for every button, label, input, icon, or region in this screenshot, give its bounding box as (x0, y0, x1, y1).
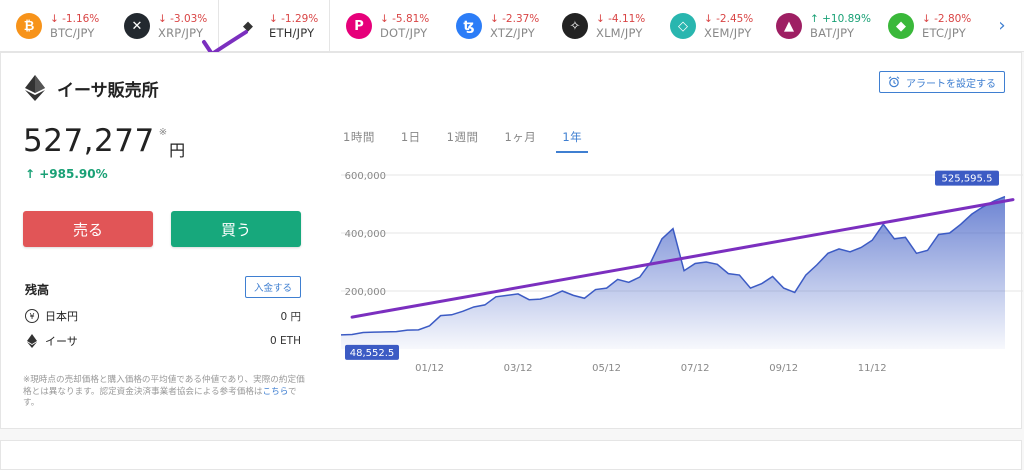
lower-panel (0, 440, 1022, 470)
tab-period[interactable]: 1週間 (441, 125, 485, 153)
ticker-6[interactable]: ◇ ↓ -2.45% XEM/JPY (654, 0, 760, 52)
ticker-text: ↓ -1.29% ETH/JPY (269, 12, 318, 40)
ticker-0[interactable]: ₿ ↓ -1.16% BTC/JPY (0, 0, 108, 52)
ticker-3[interactable]: P ↓ -5.81% DOT/JPY (330, 0, 440, 52)
x-tick-label: 01/12 (415, 363, 444, 374)
y-tick-label: 400,000 (345, 229, 386, 240)
ticker-text: ↓ -5.81% DOT/JPY (380, 12, 429, 40)
ticker-change: ↓ -2.45% (704, 13, 754, 25)
balance-title: 残高 (25, 283, 50, 297)
chevron-right-icon[interactable]: › (992, 13, 1012, 37)
price-unit: 円 (169, 141, 186, 160)
set-alert-label: アラートを設定する (906, 78, 996, 90)
ticker-change: ↓ -1.16% (50, 13, 100, 25)
coin-icon: ✧ (562, 13, 588, 39)
balance-row-jpy: ¥ 日本円 0 円 (25, 304, 301, 328)
buy-button[interactable]: 買う (171, 211, 301, 247)
max-price-label: 525,595.5 (942, 174, 993, 185)
set-alert-button[interactable]: アラートを設定する (879, 71, 1005, 93)
ticker-bar: ₿ ↓ -1.16% BTC/JPY ✕ ↓ -3.03% XRP/JPY ◆ ↓ -1.29… (0, 0, 1024, 56)
page-title: イーサ販売所 (57, 80, 159, 101)
ethereum-icon (25, 75, 45, 101)
coin-icon: ◆ (888, 13, 914, 39)
ticker-pair: XTZ/JPY (490, 26, 535, 40)
ticker-text: ↓ -4.11% XLM/JPY (596, 12, 645, 40)
balance-label: 日本円 (45, 310, 78, 323)
ticker-7[interactable]: ▲ ↑ +10.89% BAT/JPY (760, 0, 872, 52)
coin-icon: ₿ (16, 13, 42, 39)
price-chart: 600,000 400,000 200,000 01/12 03/12 05/12 07/1… (340, 170, 1023, 374)
ticker-text: ↓ -2.37% XTZ/JPY (490, 12, 539, 40)
min-price-label: 48,552.5 (350, 348, 395, 359)
ticker-change: ↓ -1.29% (269, 13, 319, 25)
tab-period[interactable]: 1ヶ月 (498, 125, 542, 153)
balance-value: 0 円 (280, 310, 301, 323)
ticker-pair: DOT/JPY (380, 26, 428, 40)
tab-period[interactable]: 1日 (395, 125, 427, 153)
ticker-text: ↓ -2.45% XEM/JPY (704, 12, 753, 40)
ethereum-icon (27, 334, 37, 348)
ticker-pair: XEM/JPY (704, 26, 752, 40)
ticker-pair: ETH/JPY (269, 26, 315, 40)
ticker-pair: XLM/JPY (596, 26, 643, 40)
y-tick-label: 600,000 (345, 171, 386, 182)
deposit-button[interactable]: 入金する (245, 276, 301, 298)
x-tick-label: 11/12 (858, 363, 887, 374)
ticker-change: ↓ -3.03% (158, 13, 208, 25)
ticker-change: ↓ -2.37% (490, 13, 540, 25)
yen-icon: ¥ (25, 309, 39, 323)
sell-button[interactable]: 売る (23, 211, 153, 247)
ticker-text: ↓ -2.80% ETC/JPY (922, 12, 971, 40)
coin-icon: ◇ (670, 13, 696, 39)
ticker-pair: BAT/JPY (810, 26, 855, 40)
x-tick-label: 05/12 (592, 363, 621, 374)
coin-icon: P (346, 13, 372, 39)
main-panel: イーサ販売所 アラートを設定する 527,277 ※ 円 ↑ +985.90% … (0, 52, 1023, 429)
ticker-pair: ETC/JPY (922, 26, 967, 40)
coin-icon: ▲ (776, 13, 802, 39)
alarm-clock-icon (888, 76, 900, 88)
ticker-5[interactable]: ✧ ↓ -4.11% XLM/JPY (546, 0, 654, 52)
price-note-mark: ※ (158, 127, 168, 138)
x-tick-label: 09/12 (769, 363, 798, 374)
tab-period[interactable]: 1年 (556, 125, 589, 153)
balance-row-eth: イーサ 0 ETH (25, 329, 301, 353)
ticker-pair: BTC/JPY (50, 26, 95, 40)
y-tick-label: 200,000 (345, 287, 386, 298)
balance-value: 0 ETH (270, 335, 301, 347)
current-price: 527,277 ※ 円 (23, 123, 185, 161)
tab-period[interactable]: 1時間 (337, 125, 381, 153)
ticker-text: ↓ -1.16% BTC/JPY (50, 12, 99, 40)
page-title-row: イーサ販売所 (25, 75, 159, 101)
ticker-change: ↓ -5.81% (380, 13, 430, 25)
ticker-change: ↓ -4.11% (596, 13, 646, 25)
x-tick-label: 07/12 (681, 363, 710, 374)
ticker-text: ↑ +10.89% BAT/JPY (810, 12, 871, 40)
ticker-change: ↑ +10.89% (810, 13, 871, 25)
reference-price-link[interactable]: こちら (263, 387, 289, 397)
x-tick-label: 03/12 (504, 363, 533, 374)
balance-label: イーサ (45, 335, 78, 348)
coin-icon: ꜩ (456, 13, 482, 39)
coin-icon: ✕ (124, 13, 150, 39)
price-value: 527,277 (23, 123, 155, 159)
ticker-8[interactable]: ◆ ↓ -2.80% ETC/JPY (872, 0, 982, 52)
period-tabs: 1時間 1日 1週間 1ヶ月 1年 (337, 125, 589, 153)
price-change: ↑ +985.90% (25, 167, 108, 181)
ticker-4[interactable]: ꜩ ↓ -2.37% XTZ/JPY (440, 0, 546, 52)
ticker-change: ↓ -2.80% (922, 13, 972, 25)
price-disclaimer: ※現時点の売却価格と購入価格の平均値である仲値であり、実際の約定価格とは異なりま… (23, 375, 305, 410)
